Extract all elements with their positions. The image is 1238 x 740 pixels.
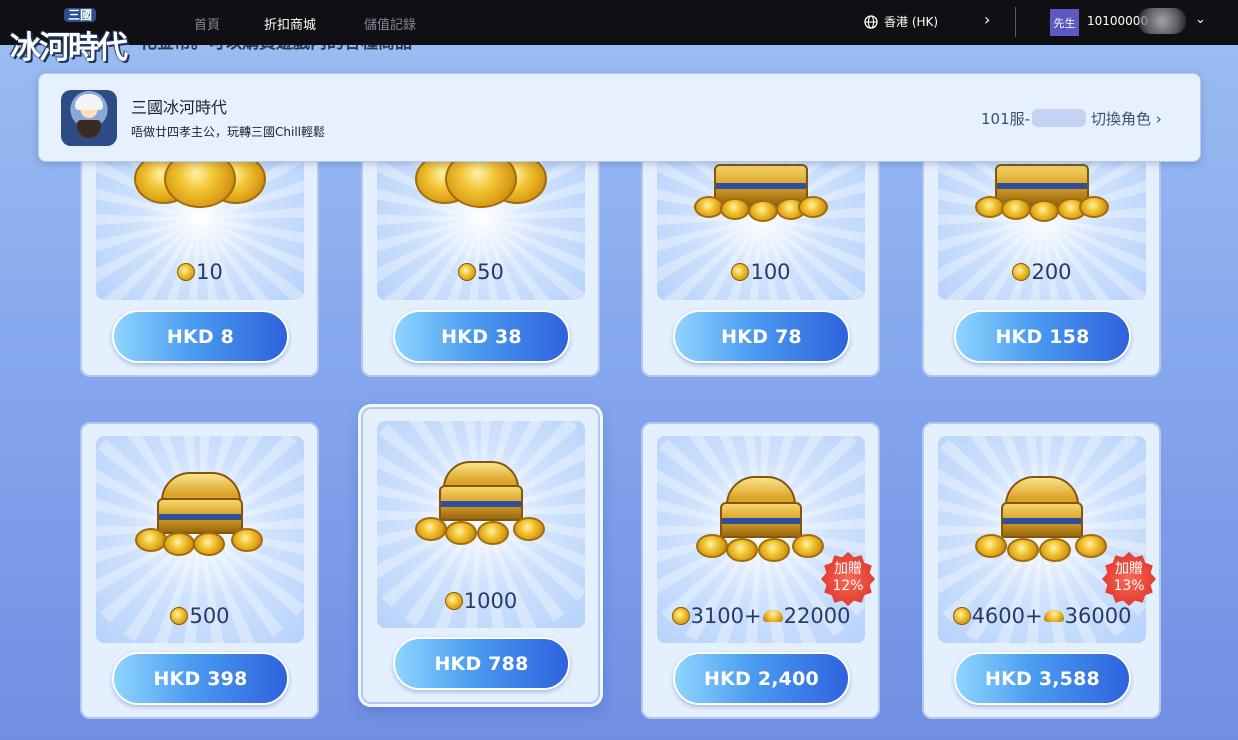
product-card[interactable]: 10 HKD 8 <box>80 150 319 377</box>
amount-label: 1000 <box>377 589 585 613</box>
gold-coin-icon <box>952 607 971 625</box>
product-card[interactable]: 500 HKD 398 <box>80 422 319 719</box>
gold-coin-icon <box>170 607 189 625</box>
gold-ingot-icon <box>1043 610 1064 622</box>
game-info-card: 三國冰河時代 唔做廿四孝主公，玩轉三國Chill輕鬆 101服- 切換角色 › <box>38 73 1201 162</box>
game-title: 三國冰河時代 <box>131 98 228 117</box>
user-title-badge[interactable]: 先生 <box>1050 9 1079 36</box>
nav-home[interactable]: 首頁 <box>194 14 220 33</box>
product-card[interactable]: 4600+ 36000 加贈 13% HKD 3,588 <box>922 422 1161 719</box>
region-label: 香港 (HK) <box>884 15 939 29</box>
gold-ingot-icon <box>762 610 783 622</box>
amount-label: 50 <box>377 260 585 284</box>
buy-button[interactable]: HKD 2,400 <box>673 652 850 705</box>
buy-button[interactable]: HKD 78 <box>673 310 850 363</box>
gold-coin-icon <box>458 263 477 281</box>
dragon-chest-art <box>975 476 1109 562</box>
gold-coin-icon <box>177 263 196 281</box>
nav-topup-records[interactable]: 儲值記錄 <box>364 14 416 33</box>
game-avatar-icon <box>61 90 117 146</box>
nav-discount-mall[interactable]: 折扣商城 <box>264 14 316 33</box>
buy-button[interactable]: HKD 3,588 <box>954 652 1131 705</box>
game-logo[interactable]: 三國 冰河時代 <box>10 8 150 66</box>
gold-coin-icon <box>731 263 750 281</box>
buy-button[interactable]: HKD 788 <box>393 637 570 690</box>
redacted-user-id <box>1138 8 1186 34</box>
amount-label: 4600+ 36000 <box>938 604 1146 628</box>
product-card[interactable]: 200 HKD 158 <box>922 150 1161 377</box>
logo-big-text: 冰河時代 <box>10 30 128 66</box>
server-label: 101服- <box>981 110 1031 128</box>
treasure-chest-art <box>694 158 828 224</box>
buy-button[interactable]: HKD 398 <box>112 652 289 705</box>
redacted-role-name <box>1032 109 1086 127</box>
product-card[interactable]: 3100+ 22000 加贈 12% HKD 2,400 <box>641 422 880 719</box>
top-bar: 首頁 折扣商城 儲值記錄 香港 (HK) › 先生 10100000 ⌄ <box>0 0 1238 45</box>
dragon-chest-art <box>696 476 826 562</box>
treasure-chest-art <box>135 472 265 556</box>
divider <box>1015 7 1016 37</box>
amount-label: 100 <box>657 260 865 284</box>
amount-label: 200 <box>938 260 1146 284</box>
product-card[interactable]: 100 HKD 78 <box>641 150 880 377</box>
region-selector[interactable]: 香港 (HK) <box>864 13 938 30</box>
buy-button[interactable]: HKD 38 <box>393 310 570 363</box>
gold-coin-icon <box>671 607 690 625</box>
treasure-chest-art <box>975 158 1109 224</box>
treasure-chest-art <box>415 461 547 545</box>
product-card[interactable]: 50 HKD 38 <box>361 150 600 377</box>
amount-label: 3100+ 22000 <box>657 604 865 628</box>
chevron-down-icon[interactable]: ⌄ <box>1195 12 1206 27</box>
buy-button[interactable]: HKD 158 <box>954 310 1131 363</box>
globe-icon <box>864 14 878 29</box>
amount-label: 500 <box>96 604 304 628</box>
gold-coin-icon <box>444 592 463 610</box>
switch-role-button[interactable]: 切換角色 › <box>1091 108 1162 129</box>
gold-coin-icon <box>1012 263 1031 281</box>
game-subtitle: 唔做廿四孝主公，玩轉三國Chill輕鬆 <box>131 125 325 139</box>
product-card-featured[interactable]: 1000 HKD 788 <box>361 407 600 704</box>
amount-label: 10 <box>96 260 304 284</box>
buy-button[interactable]: HKD 8 <box>112 310 289 363</box>
chevron-right-icon[interactable]: › <box>984 10 990 29</box>
logo-small-text: 三國 <box>64 8 97 22</box>
